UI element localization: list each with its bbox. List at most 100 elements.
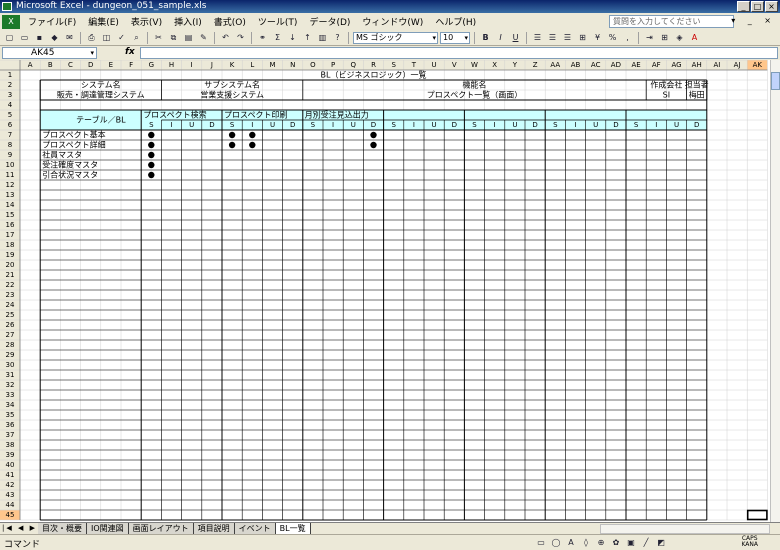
hyperlink-icon[interactable]: ⚭ [256,32,269,44]
oval-icon[interactable]: ◯ [550,536,562,548]
row-header-40: 40 [6,461,15,469]
menu-tools[interactable]: ツール(T) [252,15,304,28]
column-header-f: F [129,61,133,69]
column-header-m: M [269,61,275,69]
borders-icon[interactable]: ⊞ [658,32,671,44]
chart-wizard-icon[interactable]: ▥ [316,32,329,44]
new-icon[interactable]: ▢ [3,32,16,44]
worksheet-grid[interactable]: A B C D E F G H I J K L M N O P Q R S T U V W X Y Z AA AB AC AD AE AF AG… [0,60,770,522]
autosum-icon[interactable]: Σ [271,32,284,44]
save-icon[interactable]: ▪ [33,32,46,44]
email-icon[interactable]: ✉ [63,32,76,44]
row-header-6: 6 [8,121,13,129]
shadow-icon[interactable]: ◩ [655,536,667,548]
row-header-30: 30 [6,361,15,369]
bold-icon[interactable]: B [479,32,492,44]
tab-bl-list[interactable]: BL一覧 [275,523,311,534]
fill-color-icon[interactable]: ◈ [673,32,686,44]
minimize-button[interactable]: _ [737,1,750,12]
fx-icon[interactable]: fx [125,47,135,57]
paste-icon[interactable]: ▤ [182,32,195,44]
picture-icon[interactable]: ▣ [625,536,637,548]
format-painter-icon[interactable]: ✎ [197,32,210,44]
name-box[interactable]: AK45 [2,47,97,59]
italic-icon[interactable]: I [494,32,507,44]
help-search-input[interactable]: 質問を入力してください [609,15,734,28]
print-icon[interactable]: ⎙ [85,32,98,44]
column-header-y: Y [512,61,518,69]
table-name: 引合状況マスタ [42,170,98,180]
row-header-21: 21 [6,271,15,279]
open-icon[interactable]: ▭ [18,32,31,44]
menu-view[interactable]: 表示(V) [125,15,168,28]
formula-input[interactable] [140,47,778,59]
rectangle-icon[interactable]: ▭ [535,536,547,548]
merge-center-icon[interactable]: ⊞ [576,32,589,44]
tab-events[interactable]: イベント [234,523,276,534]
cut-icon[interactable]: ✂ [152,32,165,44]
tab-io[interactable]: IO関連図 [87,523,129,534]
siud-header: D [452,121,457,129]
column-header-u: U [432,61,437,69]
usage-mark [370,141,377,149]
menu-window[interactable]: ウィンドウ(W) [356,15,429,28]
font-size-select[interactable]: 10 [440,31,470,44]
row-header-35: 35 [6,411,15,419]
drawing-toolbar: ▭ ◯ A ◊ ⊕ ✿ ▣ ╱ ◩ [535,536,667,548]
redo-icon[interactable]: ↷ [234,32,247,44]
font-name-select[interactable]: MS ゴシック [353,31,438,44]
align-left-icon[interactable]: ☰ [531,32,544,44]
font-color-icon[interactable]: A [688,32,701,44]
menu-edit[interactable]: 編集(E) [82,15,125,28]
workbook-window-controls[interactable]: ▾ _ × [731,16,776,25]
menu-data[interactable]: データ(D) [303,15,356,28]
research-icon[interactable]: ⌕ [130,32,143,44]
column-header-n: N [290,61,295,69]
column-header-p: P [331,61,335,69]
align-right-icon[interactable]: ☰ [561,32,574,44]
wordart-icon[interactable]: ◊ [580,536,592,548]
diagram-icon[interactable]: ⊕ [595,536,607,548]
undo-icon[interactable]: ↶ [219,32,232,44]
vertical-scrollbar[interactable] [770,60,780,522]
copy-icon[interactable]: ⧉ [167,32,180,44]
clipart-icon[interactable]: ✿ [610,536,622,548]
company-label: 作成会社 [650,80,682,90]
usage-mark [148,151,155,159]
row-header-17: 17 [6,231,15,239]
tab-field-desc[interactable]: 項目説明 [193,523,235,534]
owner-label: 担当者 [685,80,709,90]
scroll-thumb[interactable] [771,72,780,90]
row-header-12: 12 [6,181,15,189]
row-header-15: 15 [6,211,15,219]
menu-format[interactable]: 書式(O) [208,15,252,28]
sort-ascending-icon[interactable]: ↓ [286,32,299,44]
menu-insert[interactable]: 挿入(I) [168,15,208,28]
comma-icon[interactable]: , [621,32,634,44]
row-header-44: 44 [6,501,15,509]
horizontal-scrollbar[interactable] [600,524,770,534]
percent-icon[interactable]: % [606,32,619,44]
spelling-icon[interactable]: ✓ [115,32,128,44]
menu-file[interactable]: ファイル(F) [22,15,82,28]
help-icon[interactable]: ? [331,32,344,44]
print-preview-icon[interactable]: ◫ [100,32,113,44]
column-header-v: V [452,61,457,69]
row-header-32: 32 [6,381,15,389]
maximize-button[interactable]: □ [751,1,764,12]
close-button[interactable]: × [765,1,778,12]
tab-screen-layout[interactable]: 画面レイアウト [128,523,194,534]
workbook-icon[interactable]: X [2,14,20,29]
menu-help[interactable]: ヘルプ(H) [429,15,482,28]
line-color-icon[interactable]: ╱ [640,536,652,548]
indent-icon[interactable]: ⇥ [643,32,656,44]
permission-icon[interactable]: ◆ [48,32,61,44]
column-header-ag: AG [671,61,681,69]
currency-icon[interactable]: ¥ [591,32,604,44]
textbox-icon[interactable]: A [565,536,577,548]
sort-descending-icon[interactable]: ↑ [301,32,314,44]
align-center-icon[interactable]: ☰ [546,32,559,44]
column-header-ab: AB [571,61,581,69]
tab-contents[interactable]: 目次・概要 [38,523,87,534]
underline-icon[interactable]: U [509,32,522,44]
